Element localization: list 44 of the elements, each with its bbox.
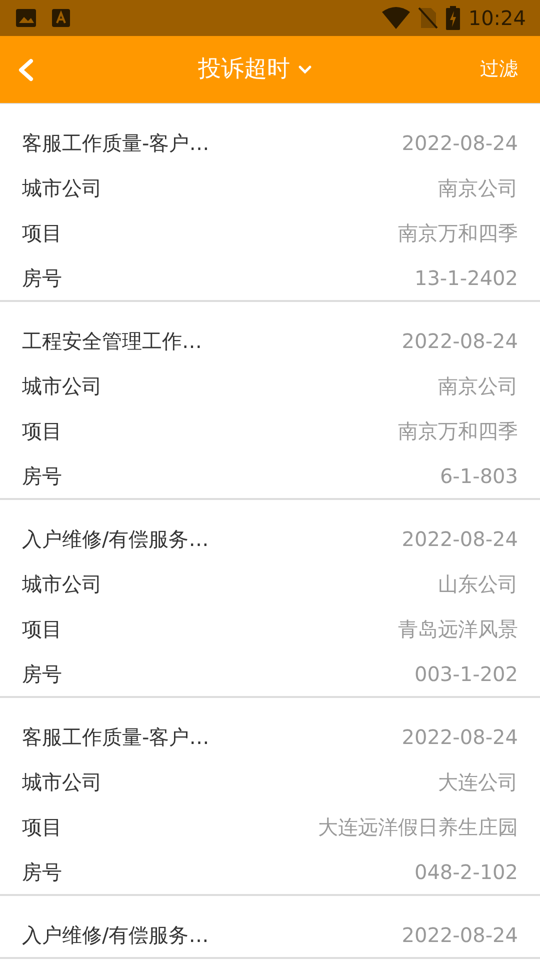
title-dropdown[interactable]: 投诉超时 bbox=[198, 52, 312, 87]
field-label: 城市公司 bbox=[22, 768, 102, 796]
item-title: 客服工作质量-客户… bbox=[22, 130, 210, 156]
item-title: 工程安全管理工作… bbox=[22, 328, 202, 354]
field-label: 城市公司 bbox=[22, 570, 102, 598]
no-sim-icon bbox=[418, 7, 438, 29]
field-label: 房号 bbox=[22, 660, 62, 688]
field-label: 项目 bbox=[22, 616, 62, 642]
wifi-icon bbox=[382, 7, 410, 29]
battery-charging-icon bbox=[446, 6, 460, 30]
field-label: 房号 bbox=[22, 858, 62, 886]
field-value: 南京万和四季 bbox=[398, 220, 518, 246]
date-label: 2022-08-24 bbox=[402, 526, 518, 552]
field-value: 南京公司 bbox=[438, 174, 518, 202]
item-title: 入户维修/有偿服务… bbox=[22, 526, 209, 552]
field-label: 项目 bbox=[22, 220, 62, 246]
field-label: 城市公司 bbox=[22, 372, 102, 400]
field-value: 13-1-2402 bbox=[414, 264, 518, 292]
date-label: 2022-08-24 bbox=[402, 130, 518, 156]
filter-button[interactable]: 过滤 bbox=[474, 54, 524, 85]
field-value: 南京公司 bbox=[438, 372, 518, 400]
date-label: 2022-08-24 bbox=[402, 724, 518, 750]
back-button[interactable] bbox=[16, 57, 36, 82]
field-value: 南京万和四季 bbox=[398, 418, 518, 444]
item-title: 入户维修/有偿服务… bbox=[22, 922, 209, 948]
date-label: 2022-08-24 bbox=[402, 328, 518, 354]
field-label: 房号 bbox=[22, 462, 62, 490]
field-value: 山东公司 bbox=[438, 570, 518, 598]
field-label: 项目 bbox=[22, 814, 62, 840]
field-value: 大连公司 bbox=[438, 768, 518, 796]
date-label: 2022-08-24 bbox=[402, 922, 518, 948]
item-title: 客服工作质量-客户… bbox=[22, 724, 210, 750]
chevron-down-icon bbox=[298, 64, 312, 74]
field-value: 大连远洋假日养生庄园 bbox=[318, 814, 518, 840]
field-label: 城市公司 bbox=[22, 174, 102, 202]
field-value: 青岛远洋风景 bbox=[398, 616, 518, 642]
field-value: 048-2-102 bbox=[414, 858, 518, 886]
field-label: 房号 bbox=[22, 264, 62, 292]
notification-icon bbox=[52, 9, 70, 27]
image-icon bbox=[16, 9, 36, 27]
time-label: 10:24 bbox=[468, 5, 526, 32]
field-value: 003-1-202 bbox=[414, 660, 518, 688]
field-label: 项目 bbox=[22, 418, 62, 444]
field-value: 6-1-803 bbox=[440, 462, 518, 490]
